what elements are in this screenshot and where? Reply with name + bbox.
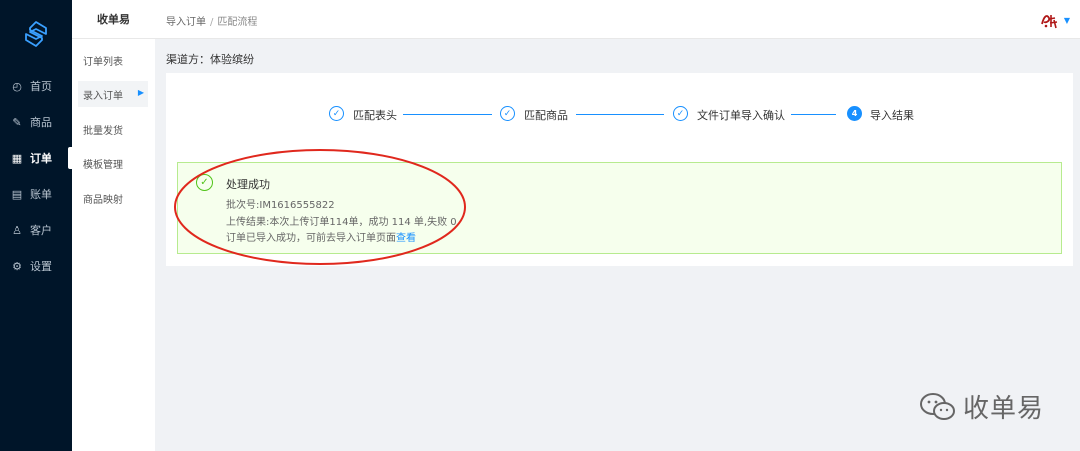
nav-item-label: 订单 [30, 152, 52, 165]
nav-item-bills[interactable]: ▤ 账单 [0, 181, 72, 207]
dashboard-icon: ◴ [12, 79, 22, 93]
nav-item-label: 设置 [30, 260, 52, 273]
success-alert: ✓ 处理成功 批次号:IM1616555822 上传结果:本次上传订单114单，… [177, 162, 1062, 254]
sub-nav: 收单易 订单列表 录入订单 ▶ 批量发货 模板管理 商品映射 [72, 0, 155, 451]
sub-nav-title: 收单易 [72, 0, 155, 39]
batch-number: 批次号:IM1616555822 [226, 200, 335, 211]
chevron-down-icon[interactable]: ▼ [1064, 16, 1070, 25]
step-connector [403, 114, 492, 115]
upload-summary: 上传结果:本次上传订单114单，成功 114 单,失败 0 [226, 217, 457, 228]
step-label: 匹配表头 [353, 109, 397, 122]
sub-item-enter-order[interactable]: 录入订单 ▶ [78, 81, 148, 107]
user-icon: ♙ [12, 223, 22, 237]
receipt-icon: ▤ [11, 187, 23, 201]
view-link[interactable]: 查看 [396, 233, 416, 244]
nav-item-settings[interactable]: ⚙ 设置 [0, 253, 72, 279]
nav-item-label: 账单 [30, 188, 52, 201]
watermark-text: 收单易 [962, 394, 1044, 424]
edit-icon: ✎ [12, 115, 22, 129]
nav-item-label: 客户 [30, 224, 52, 237]
watermark: 收单易 [919, 388, 1044, 425]
step-label: 导入结果 [870, 109, 914, 122]
sub-item-product-map[interactable]: 商品映射 [78, 185, 148, 211]
breadcrumb-current: 匹配流程 [217, 17, 258, 28]
channel-label: 渠道方：体验缤纷 [166, 53, 254, 66]
step-label: 匹配商品 [524, 109, 568, 122]
check-circle-icon: ✓ [196, 174, 213, 191]
breadcrumb-separator: / [210, 17, 214, 28]
step-label: 文件订单导入确认 [697, 109, 785, 122]
caret-right-icon: ▶ [137, 88, 144, 97]
sub-item-order-list[interactable]: 订单列表 [78, 47, 148, 73]
avatar[interactable] [1039, 10, 1061, 30]
nav-item-label: 首页 [30, 80, 52, 93]
table-icon: ▦ [11, 151, 23, 165]
nav-item-customers[interactable]: ♙ 客户 [0, 217, 72, 243]
sub-item-batch-ship[interactable]: 批量发货 [78, 116, 148, 142]
logo-icon[interactable] [22, 20, 50, 48]
result-note: 订单已导入成功，可前去导入订单页面查看 [226, 229, 416, 244]
top-header: 导入订单 / 匹配流程 ▼ [155, 0, 1080, 39]
result-note-text: 订单已导入成功，可前去导入订单页面 [226, 233, 396, 244]
user-menu[interactable]: ▼ [1039, 10, 1070, 30]
breadcrumb: 导入订单 / 匹配流程 [166, 13, 257, 28]
steps-bar: ✓ 匹配表头 ✓ 匹配商品 ✓ 文件订单导入确认 4 导入结果 [166, 73, 1073, 153]
nav-item-label: 商品 [30, 116, 52, 129]
nav-item-orders[interactable]: ▦ 订单 [0, 145, 72, 171]
sub-item-label: 模板管理 [83, 159, 123, 171]
sub-item-label: 录入订单 [83, 90, 123, 102]
sub-item-template[interactable]: 模板管理 [78, 150, 148, 176]
check-icon: ✓ [673, 106, 688, 121]
nav-item-home[interactable]: ◴ 首页 [0, 73, 72, 99]
sub-item-label: 批量发货 [83, 125, 123, 137]
sub-item-label: 订单列表 [83, 56, 123, 68]
breadcrumb-link[interactable]: 导入订单 [166, 17, 206, 28]
step-connector [576, 114, 664, 115]
gear-icon: ⚙ [12, 259, 22, 273]
check-icon: ✓ [329, 106, 344, 121]
sub-item-label: 商品映射 [83, 194, 123, 206]
nav-item-products[interactable]: ✎ 商品 [0, 109, 72, 135]
check-icon: ✓ [500, 106, 515, 121]
step-number: 4 [847, 106, 862, 121]
step-connector [791, 114, 836, 115]
import-result-card: ✓ 匹配表头 ✓ 匹配商品 ✓ 文件订单导入确认 4 导入结果 ✓ 处理成功 批… [166, 73, 1073, 266]
wechat-icon [919, 392, 955, 420]
main-nav: ◴ 首页 ✎ 商品 ▦ 订单 ▤ 账单 ♙ 客户 ⚙ 设置 [0, 0, 72, 451]
result-title: 处理成功 [226, 178, 270, 191]
